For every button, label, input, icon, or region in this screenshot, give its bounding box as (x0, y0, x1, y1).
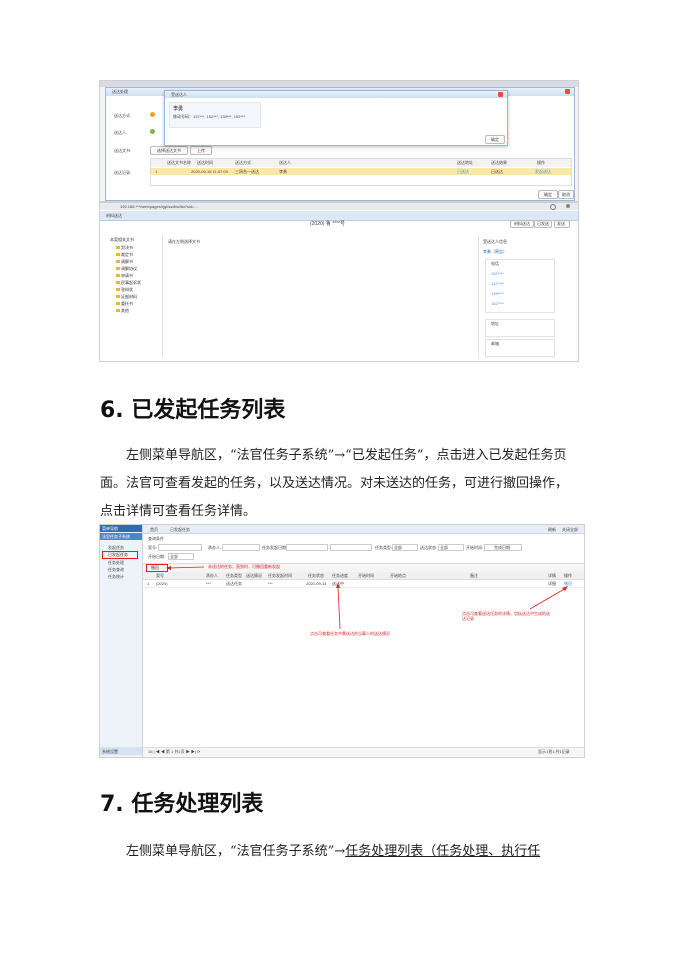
sent-button[interactable]: 已发送 (534, 220, 552, 228)
menu-item-launch[interactable]: 发起任务 (108, 545, 124, 550)
refresh-button[interactable]: 刷新 (548, 527, 556, 532)
folder-icon (116, 246, 120, 250)
annotation-arrows (336, 583, 568, 630)
doc-tree: 本案相关文书 判决书 裁定书 调解书 调解协议 申请书 民事起诉状 答辩状 证据… (106, 235, 163, 357)
folder-icon (116, 253, 120, 257)
dialog-title: 送达处理 (112, 89, 128, 94)
window-title: 材料送达 (106, 213, 122, 218)
folder-icon (116, 260, 120, 264)
popup-confirm-button[interactable]: 确定 (485, 135, 505, 144)
pager[interactable]: 15 | ◀ ◀ 第 1 共1页 ▶ ▶| ⟳ (148, 749, 200, 754)
close-all-button[interactable]: 关闭全部 (562, 527, 578, 532)
label-method: 送达方式: (114, 113, 132, 118)
annotation-withdraw: 未送达的任务，直到时，可撤回重新发起 (208, 564, 280, 569)
folder-icon (116, 309, 120, 313)
label-recipient: 送达人: (114, 130, 128, 135)
start-date-input[interactable] (286, 544, 328, 551)
table-row[interactable]: 1 2020-09-15 11:57:09 三网合一送达 李勇 已送达 已送达 … (151, 168, 571, 175)
case-number: (2020) 鲁 ****号 (310, 221, 346, 227)
cancel-button[interactable]: 取消 (558, 190, 574, 199)
case-input[interactable] (158, 544, 202, 551)
send-button[interactable]: 发送 (554, 220, 570, 228)
judge-input[interactable] (222, 544, 260, 551)
screenshot-delivery-dialog: 送达处理 送达方式: 送达人: 送达文书: 送达记录: 选择送达文书 上传 送达… (99, 80, 579, 202)
annotation-status: 点击可查看任务中需送达的当事人的送达情况 (310, 631, 390, 636)
pager-summary: 显示1到1,共1记录 (538, 749, 570, 754)
gear-icon[interactable] (566, 204, 570, 208)
label-record: 送达记录: (114, 170, 132, 175)
popup-recipient-name: 李勇 (173, 106, 184, 112)
add-icon[interactable] (150, 112, 155, 117)
section-6-paragraph: 左侧菜单导航区，“法官任务子系统”→“已发起任务”，点击进入已发起任务页面。法官… (100, 448, 569, 519)
left-menu: 菜单导航 法官任务子系统 发起任务 已发起任务 任务处理 任务查询 任务统计 系… (100, 525, 143, 757)
tab-home[interactable]: 首页 (150, 527, 158, 532)
recipient-panel: 受送达人信息 李勇（原告） 电话 152**** 137**** 139****… (478, 235, 559, 359)
task-type-select[interactable]: 全部 (392, 544, 418, 551)
tab-launched[interactable]: 已发起任务 (170, 527, 190, 532)
menu-item-query[interactable]: 任务查询 (108, 567, 124, 572)
section-6-heading: 6. 已发起任务列表 (100, 398, 286, 423)
add-icon[interactable] (150, 129, 155, 134)
delivery-status-select[interactable]: 全部 (438, 544, 464, 551)
confirm-button[interactable]: 确定 (538, 190, 558, 199)
close-icon[interactable] (498, 92, 503, 97)
annotation-detail: 点击可查看送达任务的详情，包括送达中生成的送达记录 (462, 611, 550, 621)
address-bar: 192.168.***/web/pages/rjgl/ssdbs/list?si… (120, 204, 198, 209)
folder-icon (116, 288, 120, 292)
menu-item-process[interactable]: 任务处理 (108, 560, 124, 565)
material-delivery-button[interactable]: 材料送达 (510, 220, 534, 228)
screenshot-task-list: 菜单导航 法官任务子系统 发起任务 已发起任务 任务处理 任务查询 任务统计 系… (99, 524, 585, 758)
menu-item-stats[interactable]: 任务统计 (108, 574, 124, 579)
folder-icon (116, 274, 120, 278)
preview-hint: 请在左侧选择文书 (168, 239, 200, 244)
screenshot-material-delivery: 192.168.***/web/pages/rjgl/ssdbs/list?si… (99, 202, 579, 362)
folder-icon (116, 295, 120, 299)
end-date-input[interactable] (330, 544, 372, 551)
choose-doc-button[interactable]: 选择送达文书 (150, 146, 188, 155)
close-icon[interactable] (565, 89, 570, 94)
record-table: 送达文书名称 送达时间 送达方式 送达人 送达地址 送达结果 操作 1 2020… (150, 158, 572, 186)
section-7-heading: 7. 任务处理列表 (100, 792, 264, 817)
recipient-popup: 受送达人 李勇 移动号码：137***, 152***, 139***, 152… (164, 90, 508, 146)
start-day-select[interactable]: 全部 (168, 553, 194, 560)
withdraw-button[interactable]: 撤回 (146, 564, 168, 572)
refresh-icon[interactable] (550, 204, 556, 210)
popup-title: 受送达人 (171, 92, 187, 97)
folder-icon (116, 267, 120, 271)
menu-item-launched[interactable]: 已发起任务 (102, 551, 138, 559)
popup-phones: 移动号码：137***, 152***, 139***, 152*** (173, 114, 246, 119)
folder-icon (116, 281, 120, 285)
upload-button[interactable]: 上传 (190, 146, 212, 155)
label-docs: 送达文书: (114, 148, 132, 153)
section-7-paragraph: 左侧菜单导航区，“法官任务子系统”→任务处理列表（任务处理、执行任 (126, 844, 541, 859)
folder-icon (116, 302, 120, 306)
